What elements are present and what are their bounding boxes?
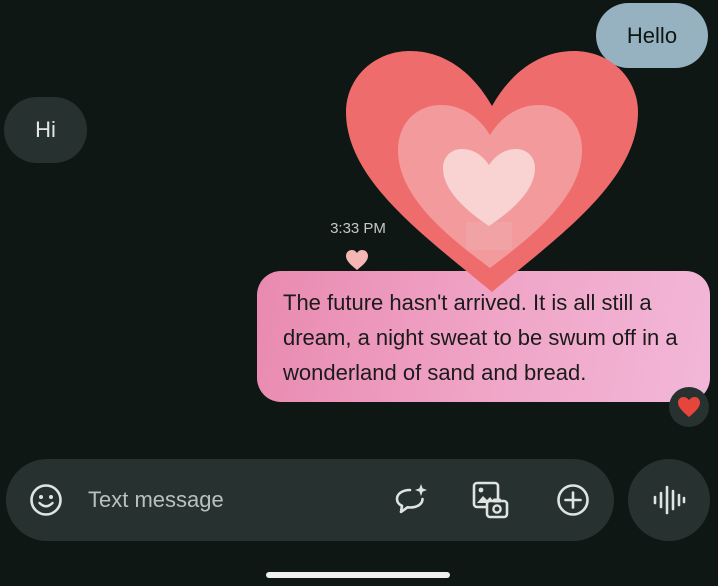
message-bubble-outgoing[interactable]: The future hasn't arrived. It is all sti… [257, 271, 710, 402]
magic-compose-icon [395, 484, 427, 514]
message-bubble-outgoing[interactable]: Hello [596, 3, 708, 68]
message-text: Hi [35, 117, 56, 142]
heart-icon [678, 397, 700, 417]
heart-middle-layer [398, 105, 582, 268]
message-bubble-incoming[interactable]: Hi [4, 97, 87, 163]
reaction-badge[interactable] [669, 387, 709, 427]
emoji-icon [30, 484, 62, 516]
big-heart-icon [346, 51, 638, 292]
message-input[interactable]: Text message [88, 487, 224, 513]
heart-tint-square [466, 222, 512, 250]
gallery-icon [472, 481, 509, 519]
add-icon [557, 484, 589, 516]
home-indicator[interactable] [266, 572, 450, 578]
message-text: Hello [626, 22, 678, 48]
voice-message-button[interactable] [628, 459, 710, 541]
gallery-button[interactable] [467, 477, 513, 523]
message-text: The future hasn't arrived. It is all sti… [283, 290, 678, 385]
voice-waveform-icon [653, 485, 686, 515]
compose-bar: Text message [6, 459, 614, 541]
message-timestamp: 3:33 PM [330, 220, 386, 237]
heart-inner-layer [443, 149, 535, 226]
small-heart-icon [346, 250, 368, 270]
emoji-button[interactable] [23, 477, 69, 523]
magic-compose-button[interactable] [388, 477, 434, 523]
attach-button[interactable] [550, 477, 596, 523]
